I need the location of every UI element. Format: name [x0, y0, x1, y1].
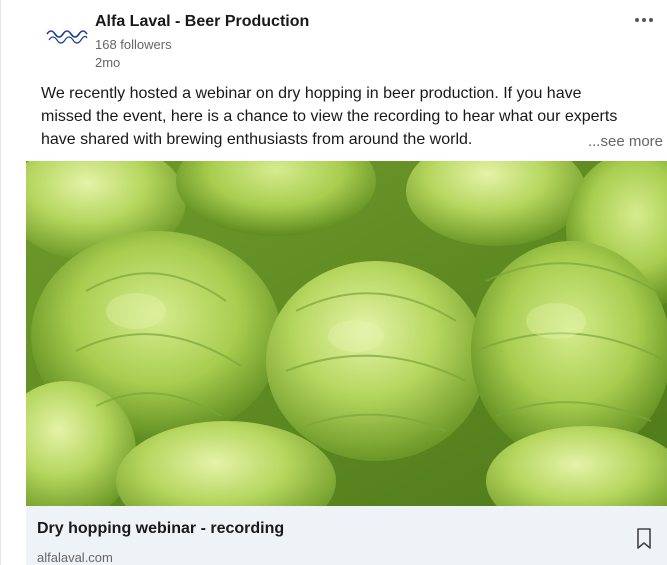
hop-cones-image	[26, 161, 667, 506]
more-options-icon[interactable]	[630, 10, 658, 30]
post-image-hops[interactable]	[26, 161, 667, 506]
post-header: Alfa Laval - Beer Production 168 followe…	[1, 0, 667, 78]
feed-post-card: Alfa Laval - Beer Production 168 followe…	[0, 0, 667, 565]
link-preview-title[interactable]: Dry hopping webinar - recording	[37, 520, 284, 538]
company-logo[interactable]	[43, 24, 91, 50]
see-more-link[interactable]: ...see more	[588, 133, 663, 150]
link-preview-domain: alfalaval.com	[37, 550, 113, 565]
post-text-line: We recently hosted a webinar on dry hopp…	[41, 85, 582, 102]
link-preview[interactable]: Dry hopping webinar - recording alfalava…	[26, 506, 667, 565]
company-name-link[interactable]: Alfa Laval - Beer Production	[95, 13, 309, 31]
post-body-text: We recently hosted a webinar on dry hopp…	[41, 82, 665, 151]
bookmark-icon[interactable]	[636, 528, 652, 550]
post-text-line: missed the event, here is a chance to vi…	[41, 108, 618, 125]
post-timestamp: 2mo	[95, 55, 121, 70]
post-text-line: have shared with brewing enthusiasts fro…	[41, 131, 473, 148]
follower-count: 168 followers	[95, 37, 172, 52]
